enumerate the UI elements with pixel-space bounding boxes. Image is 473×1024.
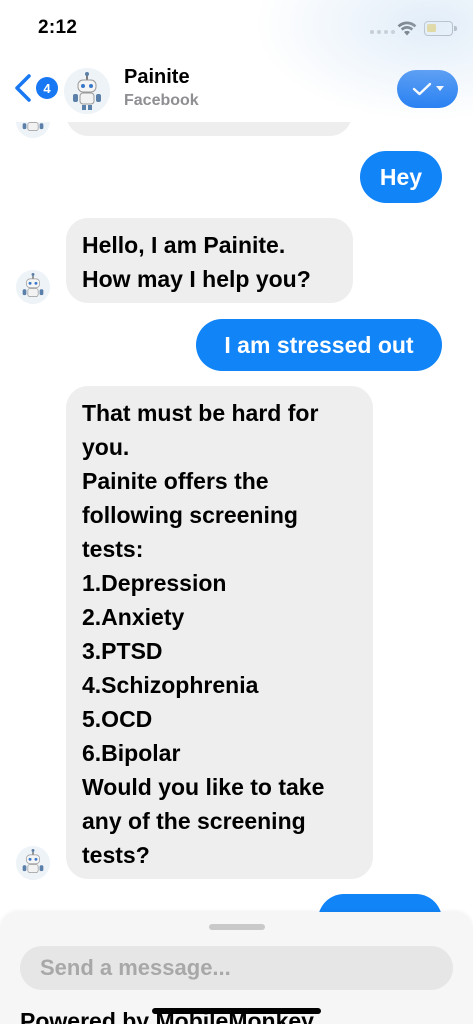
outgoing-message-bubble: Hey [360,151,442,203]
back-button[interactable]: 4 [12,72,58,104]
incoming-message-bubble: That must be hard for you. Painite offer… [66,386,373,879]
message-thread[interactable]: Hey Hello, I am Painite. How may I help … [0,122,473,912]
wifi-icon [397,21,417,36]
outgoing-message-bubble [318,894,442,912]
outgoing-message-bubble: I am stressed out [196,319,442,371]
page-subtitle: Facebook [124,92,199,109]
unread-count-badge: 4 [36,77,58,99]
incoming-message-bubble [66,122,352,136]
status-bar: 2:12 [0,0,473,56]
checkmark-icon [412,82,431,96]
signal-dots-icon [370,30,395,34]
robot-avatar-icon [16,846,50,880]
page-title: Painite [124,66,190,88]
robot-avatar-icon [16,270,50,304]
checkmark-dropdown-button[interactable] [397,70,458,108]
sheet-grabber-handle[interactable] [209,924,265,930]
chat-header: 4 Painite Facebook [0,0,473,122]
chevron-down-icon [435,86,444,91]
robot-avatar-icon[interactable] [64,68,110,114]
battery-icon [424,21,457,36]
message-input[interactable] [20,946,453,990]
incoming-message-bubble: Hello, I am Painite. How may I help you? [66,218,353,303]
robot-avatar-icon [16,122,50,138]
status-time: 2:12 [38,17,78,38]
chevron-left-icon [15,74,31,102]
home-indicator[interactable] [152,1008,321,1014]
